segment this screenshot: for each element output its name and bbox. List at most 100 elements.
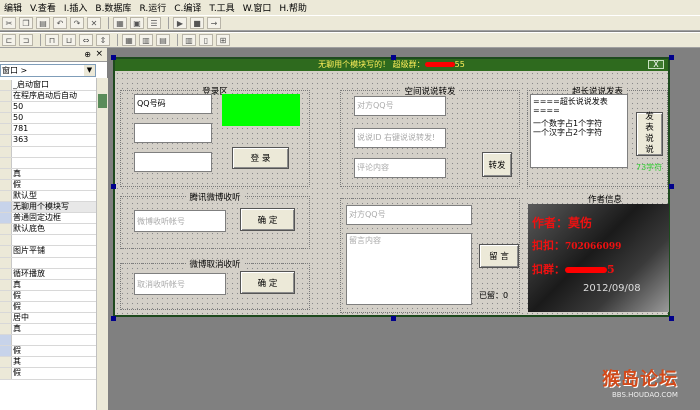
step-icon[interactable]: → [207,17,221,29]
table-icon[interactable]: ▦ [113,17,127,29]
pin-icon[interactable]: ⊕ [84,50,91,59]
delete-icon[interactable]: ✕ [87,17,101,29]
property-row[interactable]: 其 [0,357,96,369]
menu-help[interactable]: H.帮助 [275,1,310,14]
property-value-cell[interactable]: 在程序启动后自动 [12,91,96,101]
view-icon[interactable]: ▣ [130,17,144,29]
property-row[interactable]: 假 [0,179,96,191]
property-value-cell[interactable]: 假 [12,302,96,312]
resize-handle[interactable] [391,316,396,321]
property-row[interactable]: 50 [0,102,96,114]
property-value-cell[interactable]: 真 [12,280,96,290]
menu-edit[interactable]: 编辑 [0,1,26,14]
property-row[interactable]: 真 [0,324,96,336]
object-combo[interactable]: 窗口 > ▼ [0,64,96,77]
property-row[interactable]: 默认底色 [0,224,96,236]
form-close-button[interactable]: X [648,60,664,69]
cut-icon[interactable]: ✂ [2,17,16,29]
menu-view[interactable]: V.查看 [26,1,60,14]
align-left-icon[interactable]: ⊏ [2,34,16,46]
property-value-cell[interactable]: 假 [12,346,96,356]
property-row[interactable] [0,257,96,269]
same-width-icon[interactable]: ⇔ [79,34,93,46]
property-row[interactable]: 默认型 [0,190,96,203]
message-submit-button[interactable]: 留 言 [479,244,519,268]
property-row[interactable] [0,157,96,169]
property-row[interactable]: 居中 [0,312,96,325]
property-row[interactable]: 假 [0,346,96,358]
resize-handle[interactable] [391,55,396,60]
run-icon[interactable]: ▶ [173,17,187,29]
same-height-icon[interactable]: ⇕ [96,34,110,46]
post-long-button[interactable]: 发表说说 [636,112,663,156]
resize-handle[interactable] [669,184,674,189]
chevron-down-icon[interactable]: ▼ [84,65,95,76]
property-value-cell[interactable]: 真 [12,169,96,179]
message-qq-input[interactable]: 对方QQ号 [346,205,472,225]
property-row[interactable]: 循环播放 [0,268,96,280]
close-panel-icon[interactable]: × [95,49,103,59]
property-row[interactable]: 50 [0,113,96,125]
spacing-icon[interactable]: ▥ [139,34,153,46]
property-value-cell[interactable]: 50 [12,102,96,112]
send-back-icon[interactable]: ▯ [199,34,213,46]
align-center-icon[interactable]: ⊐ [19,34,33,46]
design-form[interactable]: 无聊用个模块写的！ 超级群： 55 X 登录区 QQ号码 登 录 空间说说转发 对… [113,57,670,317]
property-row[interactable]: 无聊用个模块写 [0,202,96,214]
property-row[interactable]: 普通固定边框 [0,213,96,225]
property-row[interactable]: 363 [0,135,96,147]
copy-icon[interactable]: ❐ [19,17,33,29]
property-value-cell[interactable] [12,335,96,345]
share-forward-button[interactable]: 转发 [482,152,512,177]
property-row[interactable] [0,146,96,158]
password-input[interactable] [134,123,212,143]
grid-icon[interactable]: ▦ [122,34,136,46]
property-value-cell[interactable]: 普通固定边框 [12,213,96,223]
bring-front-icon[interactable]: ▥ [182,34,196,46]
menu-window[interactable]: W.窗口 [239,1,276,14]
property-row[interactable]: 真 [0,279,96,291]
property-row[interactable]: _启动窗口 [0,80,96,92]
menu-tools[interactable]: T.工具 [205,1,238,14]
resize-handle[interactable] [669,316,674,321]
unfollow-account-input[interactable]: 取消收听帐号 [134,273,226,295]
stop-icon[interactable]: ■ [190,17,204,29]
center-form-icon[interactable]: ▤ [156,34,170,46]
property-value-cell[interactable]: 其 [12,357,96,367]
captcha-image[interactable] [222,94,300,126]
captcha-input[interactable] [134,152,212,172]
property-value-cell[interactable] [12,147,96,157]
property-value-cell[interactable]: 假 [12,368,96,378]
property-value-cell[interactable]: 无聊用个模块写 [12,202,96,213]
undo-icon[interactable]: ↶ [53,17,67,29]
property-value-cell[interactable] [12,158,96,168]
align-middle-icon[interactable]: ⊔ [62,34,76,46]
property-value-cell[interactable]: 50 [12,113,96,123]
list-icon[interactable]: ☰ [147,17,161,29]
paste-icon[interactable]: ▤ [36,17,50,29]
share-comment-input[interactable]: 评论内容 [354,158,446,178]
resize-handle[interactable] [111,316,116,321]
menu-run[interactable]: R.运行 [135,1,170,14]
redo-icon[interactable]: ↷ [70,17,84,29]
property-value-cell[interactable]: 781 [12,124,96,134]
property-value-cell[interactable]: 363 [12,135,96,145]
property-row[interactable] [0,335,96,347]
property-scrollbar[interactable] [96,78,108,410]
property-value-cell[interactable]: 循环播放 [12,269,96,279]
menu-database[interactable]: B.数据库 [91,1,135,14]
follow-account-input[interactable]: 微博收听帐号 [134,210,226,232]
resize-handle[interactable] [669,55,674,60]
property-row[interactable]: 假 [0,301,96,313]
property-value-cell[interactable]: 假 [12,180,96,190]
login-button[interactable]: 登 录 [232,147,289,169]
resize-handle[interactable] [111,55,116,60]
property-value-cell[interactable]: _启动窗口 [12,80,96,90]
property-value-cell[interactable]: 默认底色 [12,224,96,234]
property-value-cell[interactable] [12,258,96,268]
property-value-cell[interactable]: 假 [12,291,96,301]
unfollow-confirm-button[interactable]: 确 定 [240,271,295,294]
lock-icon[interactable]: ⊞ [216,34,230,46]
long-post-textarea[interactable]: ====超长说说发表==== 一个数字占1个字符 一个汉字占2个字符 [530,94,628,168]
share-id-input[interactable]: 说说ID 右键说说转发! [354,128,446,148]
